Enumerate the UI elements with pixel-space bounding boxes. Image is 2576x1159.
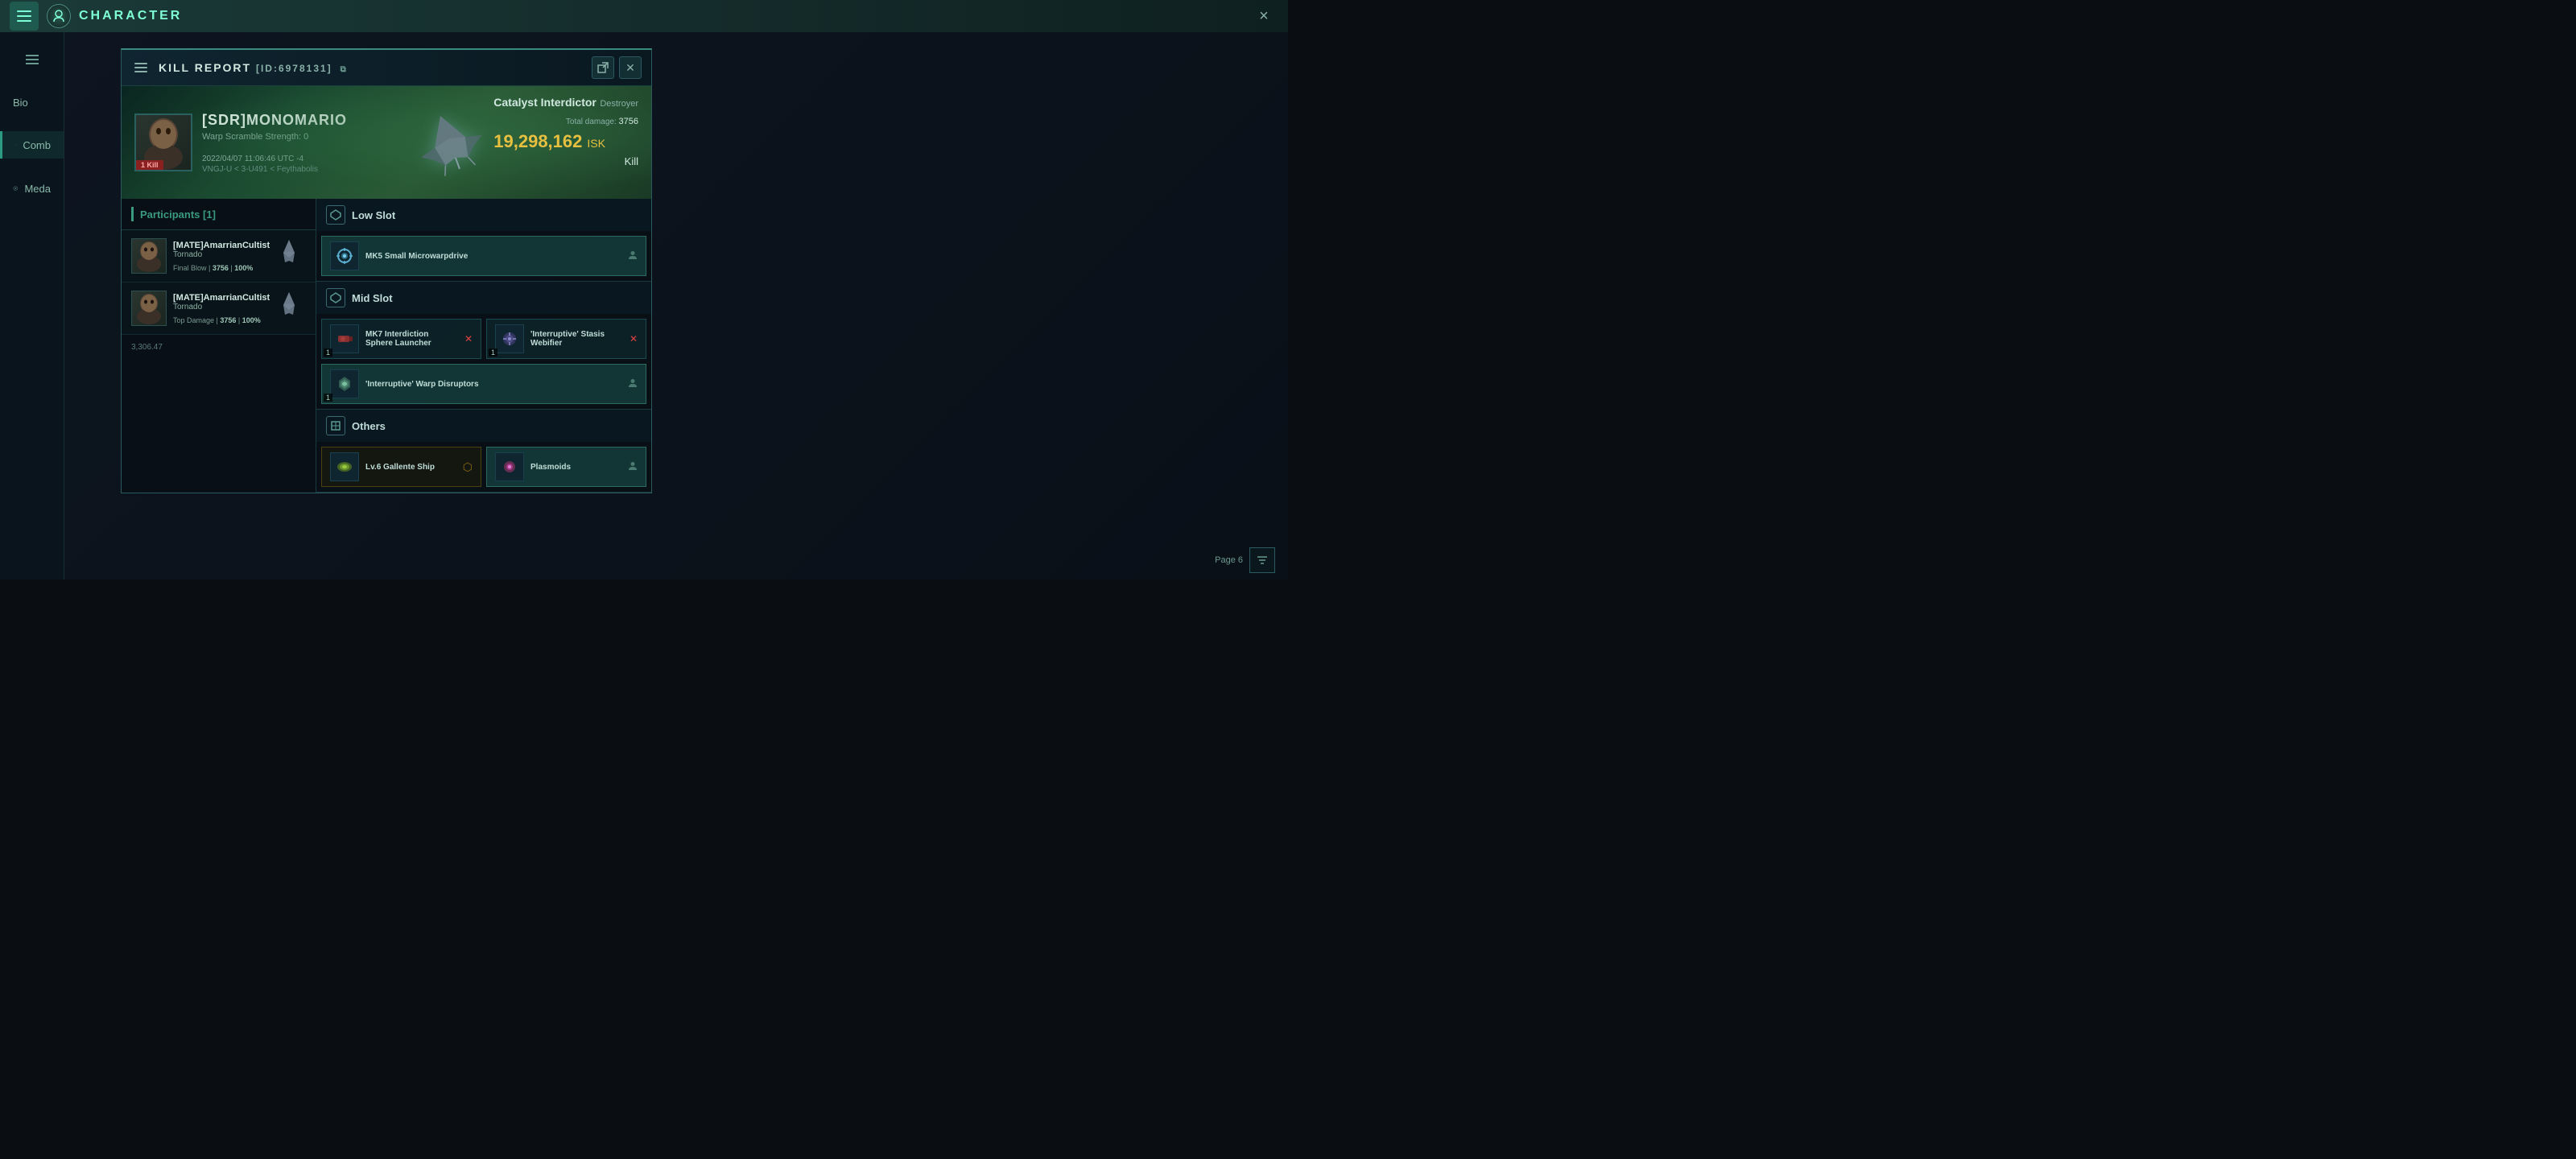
others-section: Others Lv.6 Galle xyxy=(316,410,651,493)
person-icon xyxy=(628,378,638,390)
low-slot-section: Low Slot xyxy=(316,199,651,282)
top-bar: CHARACTER × xyxy=(0,0,1288,32)
slot-item[interactable]: Lv.6 Gallente Ship ⬡ xyxy=(321,447,481,487)
sidebar-item-medals[interactable]: Meda xyxy=(0,175,64,202)
bottom-bar: Page 6 xyxy=(1202,541,1288,580)
item-count: 1 xyxy=(324,349,332,357)
kill-badge: 1 Kill xyxy=(136,160,163,170)
person-icon xyxy=(628,250,638,262)
slot-item-icon xyxy=(495,324,524,353)
slot-item-icon xyxy=(330,369,359,398)
person-icon xyxy=(628,461,638,473)
kr-menu-icon[interactable] xyxy=(131,58,151,77)
others-header: Others xyxy=(316,410,651,442)
sword-icon xyxy=(15,138,16,152)
ship-class: Destroyer xyxy=(600,99,638,109)
mid-slot-header: Mid Slot xyxy=(316,282,651,314)
slot-item[interactable]: 1 MK7 Interdiction Sphere Launcher ✕ xyxy=(321,319,481,359)
sidebar-item-label: Comb xyxy=(23,139,51,151)
slot-item[interactable]: 1 'Interruptive' Warp Disruptors xyxy=(321,364,646,404)
others-items: Lv.6 Gallente Ship ⬡ xyxy=(316,442,651,492)
participant-avatar xyxy=(131,291,167,326)
participants-header: Participants [1] xyxy=(122,199,316,230)
kr-copy-icon[interactable]: ⧉ xyxy=(341,65,348,74)
isk-label: ISK xyxy=(587,137,605,150)
sidebar-icon-menu[interactable] xyxy=(18,45,47,74)
low-slot-title: Low Slot xyxy=(352,209,395,221)
page-indicator: Page 6 xyxy=(1215,555,1243,565)
mid-slot-icon xyxy=(326,288,345,307)
mid-slot-items: 1 MK7 Interdiction Sphere Launcher ✕ xyxy=(316,314,651,409)
slot-item-name: Lv.6 Gallente Ship xyxy=(365,463,456,472)
sidebar-item-combat[interactable]: Comb xyxy=(0,131,64,159)
slot-item-icon xyxy=(495,452,524,481)
total-damage-label: Total damage: 3756 xyxy=(493,117,638,126)
slot-item[interactable]: Plasmoids xyxy=(486,447,646,487)
participant-ship-icon xyxy=(269,289,309,321)
participant-avatar xyxy=(131,238,167,274)
item-count: 1 xyxy=(324,394,332,402)
kr-close-button[interactable]: ✕ xyxy=(619,56,642,79)
kill-report-panel: KILL REPORT [ID:6978131] ⧉ ✕ xyxy=(121,48,652,493)
filter-button[interactable] xyxy=(1249,547,1275,573)
total-damage-value: 3756 xyxy=(619,117,638,126)
character-icon xyxy=(47,4,71,28)
sidebar-item-label: Meda xyxy=(24,183,51,195)
slot-item-name: MK5 Small Microwarpdrive xyxy=(365,252,621,261)
slot-item[interactable]: MK5 Small Microwarpdrive xyxy=(321,236,646,276)
participant-item[interactable]: [MATE]AmarrianCultist Tornado Final Blow… xyxy=(122,230,316,283)
bottom-stats: 3,306.47 xyxy=(122,335,316,360)
close-icon[interactable]: ✕ xyxy=(464,333,473,344)
item-count: 1 xyxy=(489,349,497,357)
main-content: KILL REPORT [ID:6978131] ⧉ ✕ xyxy=(64,32,1288,580)
ship-stats: Catalyst Interdictor Destroyer Total dam… xyxy=(493,96,638,167)
equipment-panel: Low Slot xyxy=(316,199,651,493)
medal-icon xyxy=(13,181,18,196)
slot-item-name: 'Interruptive' Stasis Webifier xyxy=(530,330,623,348)
kill-report-header: KILL REPORT [ID:6978131] ⧉ ✕ xyxy=(122,50,651,86)
kr-external-link-button[interactable] xyxy=(592,56,614,79)
slot-item-name: MK7 Interdiction Sphere Launcher xyxy=(365,330,458,348)
participant-item[interactable]: [MATE]AmarrianCultist Tornado Top Damage… xyxy=(122,283,316,335)
kill-result: Kill xyxy=(493,155,638,167)
low-slot-icon xyxy=(326,205,345,225)
sidebar-item-label: Bio xyxy=(13,97,28,109)
participant-ship-icon xyxy=(269,237,309,269)
close-icon[interactable]: ✕ xyxy=(630,333,638,344)
kr-bottom: Participants [1] xyxy=(122,199,651,493)
slot-item-icon xyxy=(330,241,359,270)
others-title: Others xyxy=(352,420,386,432)
participants-panel: Participants [1] xyxy=(122,199,316,493)
sidebar-item-bio[interactable]: Bio xyxy=(0,90,64,115)
slot-item-icon xyxy=(330,324,359,353)
main-close-button[interactable]: × xyxy=(1253,5,1275,27)
kr-header-buttons: ✕ xyxy=(592,56,642,79)
isk-display: 19,298,162 ISK xyxy=(493,130,638,152)
participants-title: Participants [1] xyxy=(140,208,216,221)
slot-item-icon xyxy=(330,452,359,481)
low-slot-header: Low Slot xyxy=(316,199,651,231)
isk-value: 19,298,162 xyxy=(493,131,582,152)
slot-item-name: Plasmoids xyxy=(530,463,621,472)
slot-item[interactable]: 1 xyxy=(486,319,646,359)
kr-id: [ID:6978131] xyxy=(256,63,332,74)
kr-title: KILL REPORT [ID:6978131] ⧉ xyxy=(159,61,584,74)
low-slot-items: MK5 Small Microwarpdrive xyxy=(316,231,651,281)
victim-avatar: 1 Kill xyxy=(134,113,192,171)
kr-banner: 1 Kill [SDR]MONOMARIO Warp Scramble Stre… xyxy=(122,86,651,199)
participants-bar-accent xyxy=(131,207,134,221)
mid-slot-title: Mid Slot xyxy=(352,292,393,304)
others-icon xyxy=(326,416,345,435)
slot-item-name: 'Interruptive' Warp Disruptors xyxy=(365,380,621,389)
menu-button[interactable] xyxy=(10,2,39,31)
mid-slot-section: Mid Slot 1 xyxy=(316,282,651,410)
skill-icon: ⬡ xyxy=(463,460,473,474)
page-title: CHARACTER xyxy=(79,9,182,23)
left-sidebar: Bio Comb Meda xyxy=(0,32,64,580)
ship-name: Catalyst Interdictor xyxy=(493,96,597,109)
